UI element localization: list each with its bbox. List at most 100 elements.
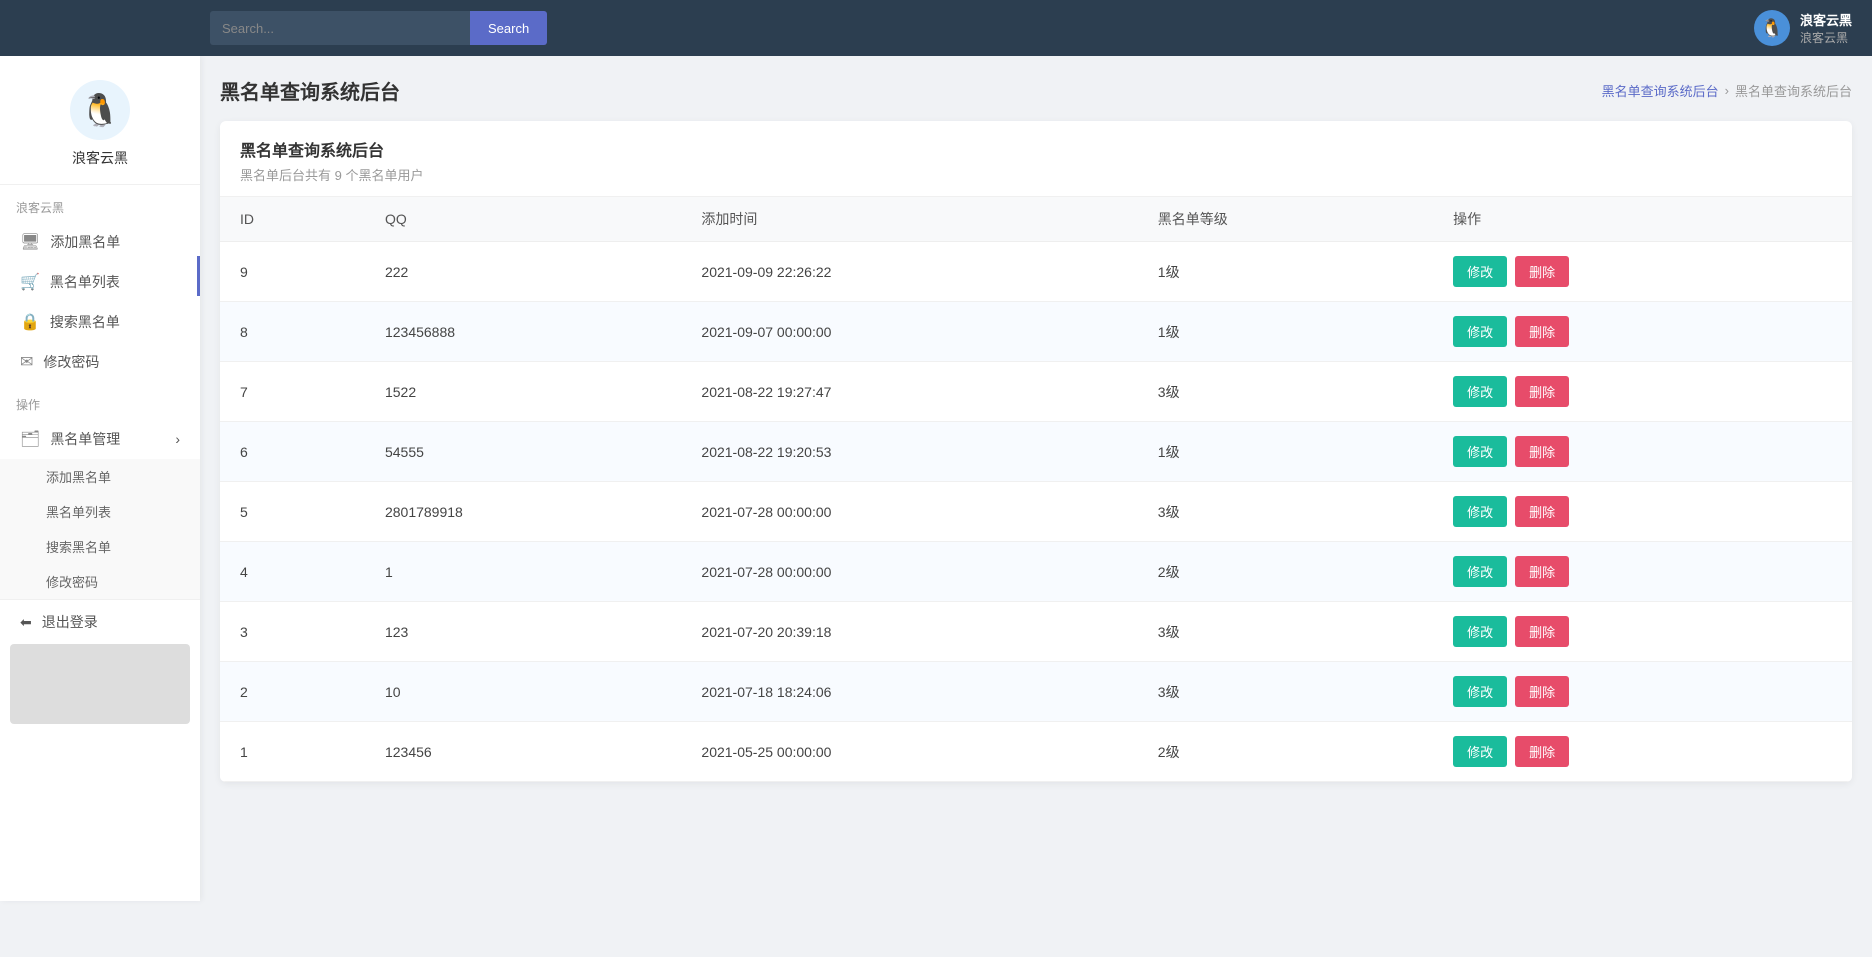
sidebar-avatar-icon: 🐧 [80, 91, 120, 129]
edit-button[interactable]: 修改 [1453, 316, 1507, 347]
cell-id: 3 [220, 602, 365, 662]
cell-qq: 10 [365, 662, 681, 722]
edit-button[interactable]: 修改 [1453, 556, 1507, 587]
edit-button[interactable]: 修改 [1453, 376, 1507, 407]
delete-button[interactable]: 删除 [1515, 376, 1569, 407]
cell-time: 2021-05-25 00:00:00 [681, 722, 1137, 782]
table-row: 1 123456 2021-05-25 00:00:00 2级 修改 删除 [220, 722, 1852, 782]
table-row: 9 222 2021-09-09 22:26:22 1级 修改 删除 [220, 242, 1852, 302]
sidebar-sub-list[interactable]: 黑名单列表 [0, 494, 200, 529]
delete-button[interactable]: 删除 [1515, 256, 1569, 287]
cell-time: 2021-08-22 19:27:47 [681, 362, 1137, 422]
sidebar-sub-search[interactable]: 搜索黑名单 [0, 529, 200, 564]
table-header: ID QQ 添加时间 黑名单等级 操作 [220, 197, 1852, 242]
cell-time: 2021-08-22 19:20:53 [681, 422, 1137, 482]
cell-id: 4 [220, 542, 365, 602]
table-row: 3 123 2021-07-20 20:39:18 3级 修改 删除 [220, 602, 1852, 662]
col-action: 操作 [1433, 197, 1852, 242]
cell-level: 2级 [1138, 542, 1433, 602]
sidebar-avatar: 🐧 [70, 80, 130, 140]
sidebar-image-preview [10, 644, 190, 724]
cell-level: 1级 [1138, 242, 1433, 302]
cell-level: 1级 [1138, 302, 1433, 362]
list-icon: 🛒 [20, 272, 40, 292]
cell-action: 修改 删除 [1433, 422, 1852, 482]
cell-qq: 1522 [365, 362, 681, 422]
delete-button[interactable]: 删除 [1515, 676, 1569, 707]
edit-button[interactable]: 修改 [1453, 436, 1507, 467]
edit-button[interactable]: 修改 [1453, 736, 1507, 767]
cell-qq: 54555 [365, 422, 681, 482]
header-user: 🐧 浪客云黑 浪客云黑 [1754, 10, 1852, 46]
cell-time: 2021-09-09 22:26:22 [681, 242, 1137, 302]
sidebar-logout[interactable]: ⬅ 退出登录 [0, 599, 200, 644]
delete-button[interactable]: 删除 [1515, 616, 1569, 647]
cell-action: 修改 删除 [1433, 662, 1852, 722]
main-content: 黑名单查询系统后台 黑名单查询系统后台 › 黑名单查询系统后台 黑名单查询系统后… [200, 56, 1872, 901]
delete-button[interactable]: 删除 [1515, 496, 1569, 527]
breadcrumb-link[interactable]: 黑名单查询系统后台 [1602, 81, 1719, 100]
cell-level: 3级 [1138, 662, 1433, 722]
breadcrumb-separator: › [1725, 83, 1729, 98]
edit-button[interactable]: 修改 [1453, 676, 1507, 707]
col-id: ID [220, 197, 365, 242]
sidebar-section-2: 操作 [0, 382, 200, 419]
cell-action: 修改 删除 [1433, 602, 1852, 662]
col-time: 添加时间 [681, 197, 1137, 242]
sidebar-sub-password[interactable]: 修改密码 [0, 564, 200, 599]
delete-button[interactable]: 删除 [1515, 736, 1569, 767]
header-search-area: Search [210, 11, 547, 45]
cell-action: 修改 删除 [1433, 242, 1852, 302]
search-button[interactable]: Search [470, 11, 547, 45]
delete-button[interactable]: 删除 [1515, 316, 1569, 347]
sidebar-item-change-password[interactable]: ✉ 修改密码 [0, 342, 200, 382]
sidebar-profile: 🐧 浪客云黑 [0, 56, 200, 185]
chevron-right-icon: › [175, 431, 180, 447]
cell-id: 9 [220, 242, 365, 302]
sidebar-item-add-label: 添加黑名单 [50, 232, 120, 252]
table-row: 2 10 2021-07-18 18:24:06 3级 修改 删除 [220, 662, 1852, 722]
cell-action: 修改 删除 [1433, 722, 1852, 782]
header: Search 🐧 浪客云黑 浪客云黑 [0, 0, 1872, 56]
cell-id: 1 [220, 722, 365, 782]
delete-button[interactable]: 删除 [1515, 556, 1569, 587]
delete-button[interactable]: 删除 [1515, 436, 1569, 467]
cell-action: 修改 删除 [1433, 482, 1852, 542]
cell-level: 3级 [1138, 602, 1433, 662]
table-row: 6 54555 2021-08-22 19:20:53 1级 修改 删除 [220, 422, 1852, 482]
table-card-subtitle: 黑名单后台共有 9 个黑名单用户 [240, 165, 1832, 184]
sidebar-sub-add[interactable]: 添加黑名单 [0, 459, 200, 494]
sidebar-group-blacklist-mgmt[interactable]: 🗂 黑名单管理 › [0, 419, 200, 459]
sidebar-logout-label: 退出登录 [42, 612, 98, 632]
cell-time: 2021-07-28 00:00:00 [681, 482, 1137, 542]
edit-button[interactable]: 修改 [1453, 496, 1507, 527]
sidebar-item-blacklist[interactable]: 🛒 黑名单列表 [0, 262, 200, 302]
cell-time: 2021-07-28 00:00:00 [681, 542, 1137, 602]
edit-button[interactable]: 修改 [1453, 256, 1507, 287]
search-input[interactable] [210, 11, 470, 45]
table-row: 7 1522 2021-08-22 19:27:47 3级 修改 删除 [220, 362, 1852, 422]
avatar: 🐧 [1754, 10, 1790, 46]
cell-id: 7 [220, 362, 365, 422]
sidebar-item-search-blacklist[interactable]: 🔒 搜索黑名单 [0, 302, 200, 342]
cell-time: 2021-07-20 20:39:18 [681, 602, 1137, 662]
table-card-title: 黑名单查询系统后台 [240, 137, 1832, 161]
table-card-header: 黑名单查询系统后台 黑名单后台共有 9 个黑名单用户 [220, 121, 1852, 197]
user-sub: 浪客云黑 [1800, 29, 1852, 46]
breadcrumb: 黑名单查询系统后台 黑名单查询系统后台 › 黑名单查询系统后台 [220, 76, 1852, 105]
sidebar-item-blacklist-label: 黑名单列表 [50, 272, 120, 292]
cell-qq: 2801789918 [365, 482, 681, 542]
sidebar-item-search-label: 搜索黑名单 [50, 312, 120, 332]
cell-qq: 123456888 [365, 302, 681, 362]
table-card: 黑名单查询系统后台 黑名单后台共有 9 个黑名单用户 ID QQ 添加时间 黑名… [220, 121, 1852, 782]
cell-level: 3级 [1138, 482, 1433, 542]
sidebar-item-add-blacklist[interactable]: 🖥 添加黑名单 [0, 222, 200, 262]
edit-button[interactable]: 修改 [1453, 616, 1507, 647]
monitor-icon: 🖥 [20, 232, 40, 252]
sidebar: 🐧 浪客云黑 浪客云黑 🖥 添加黑名单 🛒 黑名单列表 🔒 搜索黑名单 ✉ 修改… [0, 56, 200, 901]
data-table: ID QQ 添加时间 黑名单等级 操作 9 222 2021-09-09 22:… [220, 197, 1852, 782]
avatar-icon: 🐧 [1761, 18, 1783, 39]
blacklist-mgmt-icon: 🗂 [20, 429, 40, 449]
table-row: 8 123456888 2021-09-07 00:00:00 1级 修改 删除 [220, 302, 1852, 362]
page-title: 黑名单查询系统后台 [220, 76, 400, 105]
